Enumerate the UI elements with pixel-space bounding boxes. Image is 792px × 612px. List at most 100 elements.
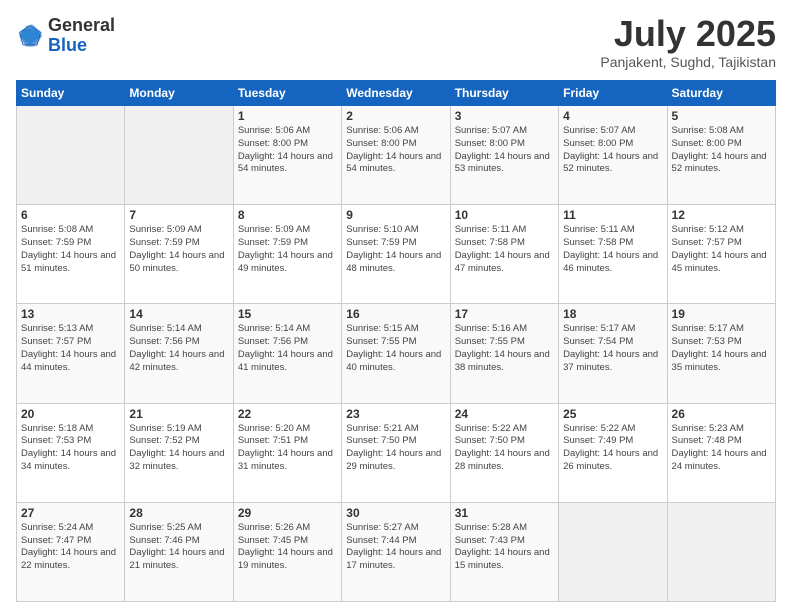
calendar-cell: 16 Sunrise: 5:15 AM Sunset: 7:55 PM Dayli…: [342, 304, 450, 403]
day-info: Sunrise: 5:08 AM Sunset: 8:00 PM Dayligh…: [672, 125, 771, 176]
calendar-cell: [125, 106, 233, 205]
day-number: 18: [563, 307, 662, 321]
day-info: Sunrise: 5:11 AM Sunset: 7:58 PM Dayligh…: [455, 224, 554, 275]
calendar-week-row: 13Sunrise: 5:13 AM Sunset: 7:57 PM Dayli…: [17, 304, 776, 403]
day-info: Sunrise: 5:11 AM Sunset: 7:58 PM Dayligh…: [563, 224, 662, 275]
calendar-week-row: 27 Sunrise: 5:24 AM Sunset: 7:47 PM Dayli…: [17, 502, 776, 601]
calendar-cell: 17Sunrise: 5:16 AM Sunset: 7:55 PM Dayli…: [450, 304, 558, 403]
day-number: 20: [21, 407, 120, 421]
day-number: 17: [455, 307, 554, 321]
calendar-cell: [559, 502, 667, 601]
calendar-cell: 28 Sunrise: 5:25 AM Sunset: 7:46 PM Dayli…: [125, 502, 233, 601]
calendar-cell: 19Sunrise: 5:17 AM Sunset: 7:53 PM Dayli…: [667, 304, 775, 403]
day-info: Sunrise: 5:22 AM Sunset: 7:49 PM Dayligh…: [563, 423, 662, 474]
calendar-cell: 11 Sunrise: 5:11 AM Sunset: 7:58 PM Dayli…: [559, 205, 667, 304]
day-info: Sunrise: 5:06 AM Sunset: 8:00 PM Dayligh…: [238, 125, 337, 176]
day-number: 26: [672, 407, 771, 421]
day-number: 2: [346, 109, 445, 123]
weekday-header: Friday: [559, 81, 667, 106]
day-number: 24: [455, 407, 554, 421]
day-number: 29: [238, 506, 337, 520]
day-info: Sunrise: 5:09 AM Sunset: 7:59 PM Dayligh…: [129, 224, 228, 275]
calendar-week-row: 20 Sunrise: 5:18 AM Sunset: 7:53 PM Dayli…: [17, 403, 776, 502]
day-info: Sunrise: 5:19 AM Sunset: 7:52 PM Dayligh…: [129, 423, 228, 474]
calendar-cell: 20 Sunrise: 5:18 AM Sunset: 7:53 PM Dayli…: [17, 403, 125, 502]
day-number: 12: [672, 208, 771, 222]
day-info: Sunrise: 5:17 AM Sunset: 7:53 PM Dayligh…: [672, 323, 771, 374]
day-info: Sunrise: 5:18 AM Sunset: 7:53 PM Dayligh…: [21, 423, 120, 474]
weekday-row: SundayMondayTuesdayWednesdayThursdayFrid…: [17, 81, 776, 106]
calendar-cell: 5 Sunrise: 5:08 AM Sunset: 8:00 PM Daylig…: [667, 106, 775, 205]
day-info: Sunrise: 5:08 AM Sunset: 7:59 PM Dayligh…: [21, 224, 120, 275]
day-number: 15: [238, 307, 337, 321]
logo-text: General Blue: [48, 16, 115, 56]
calendar-cell: 24 Sunrise: 5:22 AM Sunset: 7:50 PM Dayli…: [450, 403, 558, 502]
calendar-week-row: 6Sunrise: 5:08 AM Sunset: 7:59 PM Daylig…: [17, 205, 776, 304]
day-number: 28: [129, 506, 228, 520]
weekday-header: Thursday: [450, 81, 558, 106]
calendar-table: SundayMondayTuesdayWednesdayThursdayFrid…: [16, 80, 776, 602]
weekday-header: Monday: [125, 81, 233, 106]
day-info: Sunrise: 5:25 AM Sunset: 7:46 PM Dayligh…: [129, 522, 228, 573]
day-number: 27: [21, 506, 120, 520]
calendar-cell: 25 Sunrise: 5:22 AM Sunset: 7:49 PM Dayli…: [559, 403, 667, 502]
day-info: Sunrise: 5:07 AM Sunset: 8:00 PM Dayligh…: [563, 125, 662, 176]
calendar-cell: 31Sunrise: 5:28 AM Sunset: 7:43 PM Dayli…: [450, 502, 558, 601]
calendar-cell: 9 Sunrise: 5:10 AM Sunset: 7:59 PM Daylig…: [342, 205, 450, 304]
calendar-cell: [667, 502, 775, 601]
day-info: Sunrise: 5:15 AM Sunset: 7:55 PM Dayligh…: [346, 323, 445, 374]
location: Panjakent, Sughd, Tajikistan: [600, 54, 776, 70]
logo-blue-text: Blue: [48, 35, 87, 55]
title-block: July 2025 Panjakent, Sughd, Tajikistan: [600, 16, 776, 70]
day-info: Sunrise: 5:20 AM Sunset: 7:51 PM Dayligh…: [238, 423, 337, 474]
month-title: July 2025: [600, 16, 776, 52]
calendar-cell: 21Sunrise: 5:19 AM Sunset: 7:52 PM Dayli…: [125, 403, 233, 502]
calendar-cell: 4 Sunrise: 5:07 AM Sunset: 8:00 PM Daylig…: [559, 106, 667, 205]
day-number: 3: [455, 109, 554, 123]
day-number: 4: [563, 109, 662, 123]
calendar-cell: 29 Sunrise: 5:26 AM Sunset: 7:45 PM Dayli…: [233, 502, 341, 601]
calendar-cell: 14Sunrise: 5:14 AM Sunset: 7:56 PM Dayli…: [125, 304, 233, 403]
calendar-cell: 18 Sunrise: 5:17 AM Sunset: 7:54 PM Dayli…: [559, 304, 667, 403]
calendar-cell: 7 Sunrise: 5:09 AM Sunset: 7:59 PM Daylig…: [125, 205, 233, 304]
logo-general-text: General: [48, 15, 115, 35]
page: General Blue July 2025 Panjakent, Sughd,…: [0, 0, 792, 612]
calendar-cell: 22 Sunrise: 5:20 AM Sunset: 7:51 PM Dayli…: [233, 403, 341, 502]
day-number: 30: [346, 506, 445, 520]
day-info: Sunrise: 5:22 AM Sunset: 7:50 PM Dayligh…: [455, 423, 554, 474]
day-info: Sunrise: 5:23 AM Sunset: 7:48 PM Dayligh…: [672, 423, 771, 474]
calendar-cell: 3Sunrise: 5:07 AM Sunset: 8:00 PM Daylig…: [450, 106, 558, 205]
day-number: 22: [238, 407, 337, 421]
header: General Blue July 2025 Panjakent, Sughd,…: [16, 16, 776, 70]
calendar-cell: 6Sunrise: 5:08 AM Sunset: 7:59 PM Daylig…: [17, 205, 125, 304]
day-number: 10: [455, 208, 554, 222]
day-number: 25: [563, 407, 662, 421]
day-info: Sunrise: 5:26 AM Sunset: 7:45 PM Dayligh…: [238, 522, 337, 573]
day-number: 9: [346, 208, 445, 222]
day-number: 5: [672, 109, 771, 123]
day-number: 7: [129, 208, 228, 222]
calendar-cell: 30Sunrise: 5:27 AM Sunset: 7:44 PM Dayli…: [342, 502, 450, 601]
calendar-header: SundayMondayTuesdayWednesdayThursdayFrid…: [17, 81, 776, 106]
day-info: Sunrise: 5:21 AM Sunset: 7:50 PM Dayligh…: [346, 423, 445, 474]
calendar-cell: 12Sunrise: 5:12 AM Sunset: 7:57 PM Dayli…: [667, 205, 775, 304]
day-info: Sunrise: 5:13 AM Sunset: 7:57 PM Dayligh…: [21, 323, 120, 374]
weekday-header: Tuesday: [233, 81, 341, 106]
day-number: 11: [563, 208, 662, 222]
day-info: Sunrise: 5:28 AM Sunset: 7:43 PM Dayligh…: [455, 522, 554, 573]
day-info: Sunrise: 5:10 AM Sunset: 7:59 PM Dayligh…: [346, 224, 445, 275]
weekday-header: Saturday: [667, 81, 775, 106]
calendar-cell: 23 Sunrise: 5:21 AM Sunset: 7:50 PM Dayli…: [342, 403, 450, 502]
day-number: 14: [129, 307, 228, 321]
calendar-cell: [17, 106, 125, 205]
day-number: 16: [346, 307, 445, 321]
day-info: Sunrise: 5:14 AM Sunset: 7:56 PM Dayligh…: [238, 323, 337, 374]
day-info: Sunrise: 5:17 AM Sunset: 7:54 PM Dayligh…: [563, 323, 662, 374]
day-info: Sunrise: 5:24 AM Sunset: 7:47 PM Dayligh…: [21, 522, 120, 573]
day-number: 23: [346, 407, 445, 421]
calendar-cell: 1 Sunrise: 5:06 AM Sunset: 8:00 PM Daylig…: [233, 106, 341, 205]
calendar-body: 1 Sunrise: 5:06 AM Sunset: 8:00 PM Daylig…: [17, 106, 776, 602]
day-info: Sunrise: 5:09 AM Sunset: 7:59 PM Dayligh…: [238, 224, 337, 275]
day-number: 1: [238, 109, 337, 123]
calendar-cell: 10 Sunrise: 5:11 AM Sunset: 7:58 PM Dayli…: [450, 205, 558, 304]
